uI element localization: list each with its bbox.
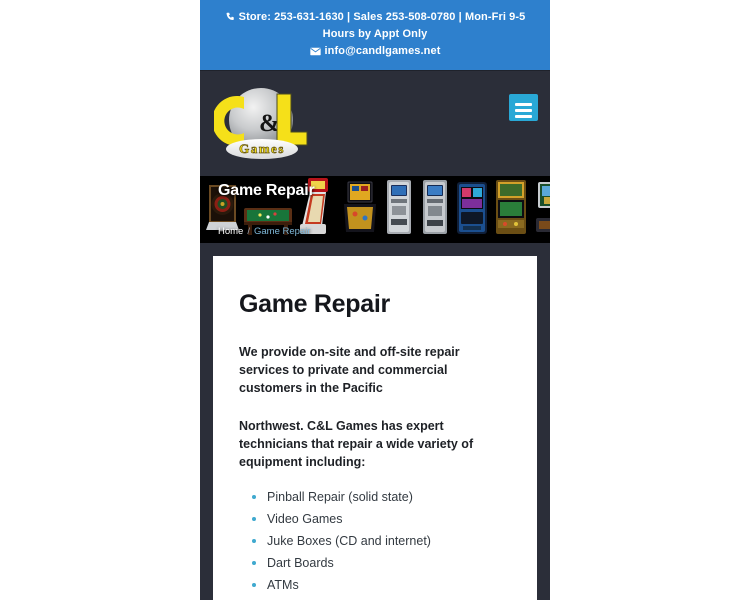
breadcrumb-separator: /: [247, 226, 250, 237]
site-logo[interactable]: & Games: [214, 83, 312, 165]
arcade-cabinet: [492, 178, 530, 243]
atm-machine: [382, 178, 416, 243]
list-item: Video Games: [252, 511, 511, 527]
contact-email-line[interactable]: info@candlgames.net: [210, 43, 540, 60]
banner-title: Game Repair: [218, 182, 315, 199]
contact-hours-text: Hours by Appt Only: [322, 28, 428, 40]
hamburger-bar-3: [515, 115, 532, 118]
list-item: ATMs: [252, 577, 511, 593]
page-root: Store: 253-631-1630 | Sales 253-508-0780…: [0, 0, 750, 600]
hamburger-bar-2: [515, 109, 532, 112]
equipment-list: Pinball Repair (solid state) Video Games…: [239, 489, 511, 600]
mobile-viewport: Store: 253-631-1630 | Sales 253-508-0780…: [200, 0, 550, 600]
page-banner: Game Repair Home / Game Repair: [200, 176, 550, 243]
envelope-icon: [309, 47, 321, 56]
breadcrumb: Home / Game Repair: [218, 226, 310, 237]
breadcrumb-home-link[interactable]: Home: [218, 226, 243, 237]
driving-arcade: [532, 178, 550, 243]
contact-email-text: info@candlgames.net: [324, 45, 441, 57]
site-header: & Games: [200, 70, 550, 176]
atm-machine-2: [418, 178, 452, 243]
top-contact-bar: Store: 253-631-1630 | Sales 253-508-0780…: [200, 0, 550, 70]
intro-paragraph-1: We provide on-site and off-site repair s…: [239, 345, 460, 395]
jukebox: [454, 180, 490, 243]
contact-phone-line: Store: 253-631-1630 | Sales 253-508-0780…: [210, 9, 540, 26]
list-item: Pinball Repair (solid state): [252, 489, 511, 505]
breadcrumb-current: Game Repair: [253, 226, 311, 237]
intro-paragraph-2: Northwest. C&L Games has expert technici…: [239, 419, 474, 469]
phone-icon: [225, 12, 235, 22]
content-card: Game Repair We provide on-site and off-s…: [213, 256, 537, 600]
menu-toggle-button[interactable]: [509, 94, 538, 121]
content-area: Game Repair We provide on-site and off-s…: [200, 243, 550, 600]
page-title: Game Repair: [239, 290, 390, 318]
pinball-machine: [340, 180, 380, 243]
contact-phone-text: Store: 253-631-1630 | Sales 253-508-0780…: [238, 11, 526, 23]
list-item: Juke Boxes (CD and internet): [252, 533, 511, 549]
hamburger-bar-1: [515, 103, 532, 106]
list-item: Dart Boards: [252, 555, 511, 571]
logo-games-text: Games: [239, 141, 285, 156]
